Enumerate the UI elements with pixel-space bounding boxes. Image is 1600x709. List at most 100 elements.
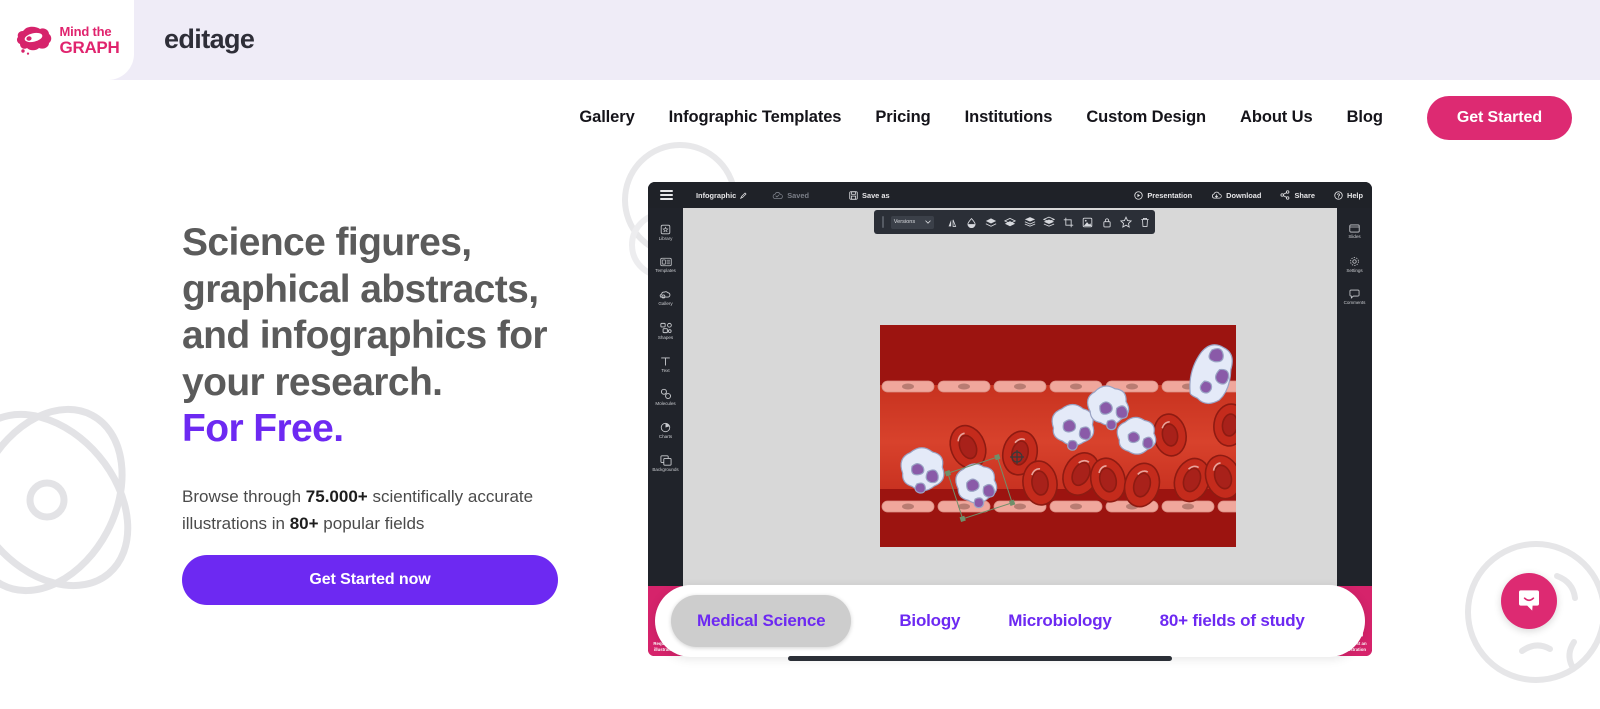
send-to-back-icon[interactable] xyxy=(1039,210,1058,234)
category-tab-microbiology[interactable]: Microbiology xyxy=(1008,611,1112,631)
lock-icon[interactable] xyxy=(1097,210,1116,234)
share-button[interactable]: Share xyxy=(1280,190,1315,200)
send-backward-icon[interactable] xyxy=(1001,210,1020,234)
molecule-decoration-icon xyxy=(0,405,132,595)
nav-item-infographic-templates[interactable]: Infographic Templates xyxy=(669,108,842,127)
chat-widget-button[interactable] xyxy=(1501,573,1557,629)
logo[interactable]: Mind the GRAPH xyxy=(15,24,120,56)
shapes-icon xyxy=(659,323,672,334)
chevron-down-icon xyxy=(924,220,931,224)
brain-logo-icon xyxy=(16,26,51,55)
nav-item-institutions[interactable]: Institutions xyxy=(965,108,1053,127)
hero-title-highlight: For Free. xyxy=(182,407,344,450)
sidebar-item-backgrounds[interactable]: Backgrounds xyxy=(648,447,683,480)
save-as-label: Save as xyxy=(862,190,890,200)
nav-item-pricing[interactable]: Pricing xyxy=(875,108,930,127)
sidebar-label-templates: Templates xyxy=(655,268,676,274)
sidebar-item-text[interactable]: Text xyxy=(648,348,683,381)
share-nodes-icon xyxy=(1280,190,1290,200)
nav-item-blog[interactable]: Blog xyxy=(1347,108,1383,127)
sidebar-item-templates[interactable]: Templates xyxy=(648,249,683,282)
selection-toolbar: Versions xyxy=(874,210,1155,234)
category-tab-biology[interactable]: Biology xyxy=(899,611,960,631)
logo-tab[interactable]: Mind the GRAPH xyxy=(0,0,134,80)
nav-item-about-us[interactable]: About Us xyxy=(1240,108,1313,127)
question-circle-icon xyxy=(1334,190,1343,200)
hero-subtitle: Browse through 75.000+ scientifically ac… xyxy=(182,483,577,537)
play-circle-icon xyxy=(1134,190,1144,200)
sidebar-label-shapes: Shapes xyxy=(657,335,674,341)
pencil-icon[interactable] xyxy=(740,191,747,199)
help-button[interactable]: Help xyxy=(1334,191,1363,200)
category-tab-bar: Medical Science Biology Microbiology 80+… xyxy=(655,585,1365,657)
sidebar-item-comments[interactable]: Comments xyxy=(1337,281,1372,314)
flip-horizontal-icon[interactable] xyxy=(943,210,962,234)
sidebar-item-shapes[interactable]: Shapes xyxy=(648,315,683,348)
saved-label: Saved xyxy=(787,190,810,200)
hero-sub-post: popular fields xyxy=(318,514,425,533)
favorite-star-icon[interactable] xyxy=(1116,210,1135,234)
top-bar: Mind the GRAPH editage xyxy=(0,0,1600,80)
logo-line-1: Mind the xyxy=(59,23,112,39)
get-started-button[interactable]: Get Started xyxy=(1426,95,1572,140)
chat-bubble-icon xyxy=(1519,590,1539,611)
sidebar-label-settings: Settings xyxy=(1346,267,1363,273)
app-topbar: Infographic Saved Save as Presentation D… xyxy=(648,182,1372,208)
floppy-disk-icon xyxy=(849,190,858,200)
blood-vessel-leukocyte-illustration[interactable] xyxy=(880,325,1236,547)
bring-to-front-icon[interactable] xyxy=(1020,210,1039,234)
sidebar-item-charts[interactable]: Charts xyxy=(648,414,683,447)
hero-sub-count-illustrations: 75.000+ xyxy=(305,487,368,506)
save-as-button[interactable]: Save as xyxy=(849,191,890,200)
hero-title-line-1: Science figures, xyxy=(182,221,472,264)
presentation-button[interactable]: Presentation xyxy=(1134,191,1192,200)
hero-sub-count-fields: 80+ xyxy=(289,514,319,533)
versions-select[interactable]: Versions xyxy=(890,215,934,229)
sidebar-label-gallery: Gallery xyxy=(658,301,673,307)
sidebar-label-slides: Slides xyxy=(1348,233,1361,239)
cloud-download-icon xyxy=(1212,191,1222,198)
sidebar-item-library[interactable]: Library xyxy=(648,216,683,249)
sidebar-label-library: Library xyxy=(658,235,673,241)
category-tab-medical-science[interactable]: Medical Science xyxy=(671,595,852,647)
horizontal-scrollbar[interactable] xyxy=(788,656,1172,661)
mask-icon[interactable] xyxy=(1078,210,1097,234)
help-label: Help xyxy=(1346,190,1363,200)
sidebar-label-backgrounds: Backgrounds xyxy=(652,466,679,472)
brand-name: editage xyxy=(164,24,255,54)
toolbar-drag-handle[interactable] xyxy=(882,216,884,228)
crop-icon[interactable] xyxy=(1058,210,1077,234)
sidebar-item-molecules[interactable]: Molecules xyxy=(648,381,683,414)
templates-icon xyxy=(659,258,672,267)
hero-title: Science figures, graphical abstracts, an… xyxy=(182,220,602,453)
app-topbar-right-actions: Presentation Download Share Help xyxy=(1134,182,1363,208)
hero-title-line-3: and infographics for xyxy=(182,314,548,357)
document-title-item[interactable]: Infographic xyxy=(696,191,747,200)
share-label: Share xyxy=(1294,190,1315,200)
hero-title-line-4: your research. xyxy=(182,360,443,404)
comment-icon xyxy=(1349,289,1360,300)
sidebar-item-gallery[interactable]: Gallery xyxy=(648,282,683,315)
logo-line-2: GRAPH xyxy=(59,37,120,57)
opacity-icon[interactable] xyxy=(962,210,981,234)
page-root: Mind the GRAPH editage Gallery Infograph… xyxy=(0,0,1600,709)
document-title: Infographic xyxy=(696,190,737,200)
sidebar-item-settings[interactable]: Settings xyxy=(1337,248,1372,281)
category-tab-more-fields[interactable]: 80+ fields of study xyxy=(1160,611,1305,631)
saved-status: Saved xyxy=(772,191,809,200)
nav-item-custom-design[interactable]: Custom Design xyxy=(1086,108,1206,127)
text-t-icon xyxy=(661,357,670,366)
nav-item-gallery[interactable]: Gallery xyxy=(579,108,634,127)
sidebar-label-comments: Comments xyxy=(1343,300,1366,306)
delete-trash-icon[interactable] xyxy=(1136,210,1155,234)
sidebar-item-slides[interactable]: Slides xyxy=(1337,215,1372,248)
bring-forward-icon[interactable] xyxy=(981,210,1000,234)
backgrounds-icon xyxy=(659,455,672,466)
download-button[interactable]: Download xyxy=(1211,191,1261,200)
hamburger-icon[interactable] xyxy=(660,190,673,200)
get-started-now-button[interactable]: Get Started now xyxy=(182,555,558,605)
sidebar-label-text: Text xyxy=(661,367,670,373)
slides-icon xyxy=(1349,224,1360,233)
library-star-icon xyxy=(660,224,671,234)
hero-sub-pre: Browse through xyxy=(182,487,306,506)
